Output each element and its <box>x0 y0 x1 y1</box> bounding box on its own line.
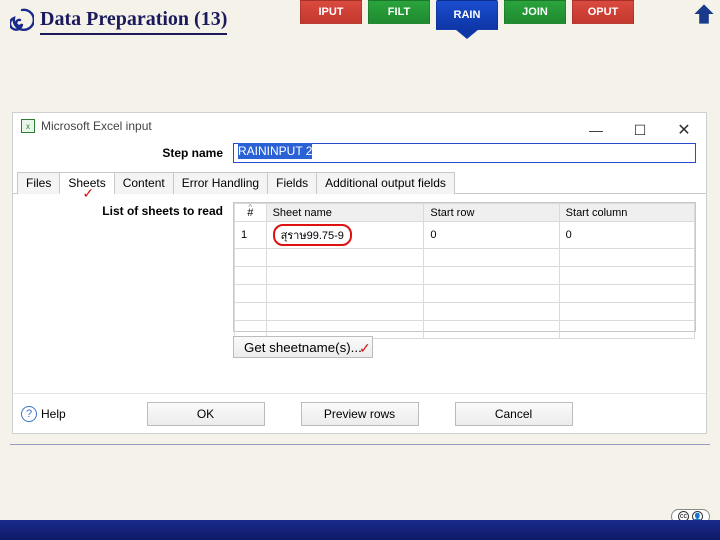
ok-button[interactable]: OK <box>147 402 265 426</box>
window-minimize-button[interactable]: — <box>574 117 618 143</box>
footer-divider <box>10 444 710 445</box>
sheets-grid[interactable]: # Sheet name Start row Start column 1 สุ… <box>233 202 696 332</box>
cancel-button[interactable]: Cancel <box>455 402 573 426</box>
table-row[interactable] <box>235 267 695 285</box>
stepname-input[interactable]: RAININPUT 2 <box>233 143 696 163</box>
sheets-list-label: List of sheets to read <box>23 202 233 332</box>
window-close-button[interactable]: ✕ <box>662 117 706 143</box>
checkmark-icon: ✓ <box>359 340 371 357</box>
cell-startcol[interactable]: 0 <box>559 222 694 249</box>
spiral-icon <box>10 8 34 35</box>
table-row[interactable] <box>235 285 695 303</box>
tab-content[interactable]: Content <box>114 172 174 194</box>
pipeline-nav: IPUT FILT RAIN JOIN OPUT <box>300 0 634 30</box>
dialog-title: Microsoft Excel input <box>41 119 152 133</box>
table-row[interactable] <box>235 249 695 267</box>
tab-sheets[interactable]: Sheets ✓ <box>59 172 114 194</box>
cell-sheetname[interactable]: สุราษ99.75-9 <box>266 222 424 249</box>
tab-error-handling[interactable]: Error Handling <box>173 172 268 194</box>
cell-startrow[interactable]: 0 <box>424 222 559 249</box>
checkmark-icon: ✓ <box>82 185 94 202</box>
page-title: Data Preparation (13) <box>40 8 227 35</box>
highlighted-value: สุราษ99.75-9 <box>273 224 352 246</box>
preview-rows-button[interactable]: Preview rows <box>301 402 419 426</box>
tab-additional-output[interactable]: Additional output fields <box>316 172 455 194</box>
help-label: Help <box>41 407 66 421</box>
nav-tab-filt[interactable]: FILT <box>368 0 430 24</box>
nav-tab-join[interactable]: JOIN <box>504 0 566 24</box>
excel-icon: x <box>21 119 35 133</box>
table-row[interactable] <box>235 303 695 321</box>
help-button[interactable]: ? Help <box>21 406 66 422</box>
nav-tab-rain[interactable]: RAIN <box>436 0 498 30</box>
col-index[interactable]: # <box>235 204 267 222</box>
stepname-value: RAININPUT 2 <box>238 143 312 159</box>
dialog-tabs: Files Sheets ✓ Content Error Handling Fi… <box>13 171 706 194</box>
table-row[interactable]: 1 สุราษ99.75-9 0 0 <box>235 222 695 249</box>
window-maximize-button[interactable]: ☐ <box>618 117 662 143</box>
help-icon: ? <box>21 406 37 422</box>
tab-files[interactable]: Files <box>17 172 60 194</box>
nav-tab-iput[interactable]: IPUT <box>300 0 362 24</box>
tab-fields[interactable]: Fields <box>267 172 317 194</box>
nav-tab-oput[interactable]: OPUT <box>572 0 634 24</box>
stepname-label: Step name <box>23 146 233 160</box>
col-startrow[interactable]: Start row <box>424 204 559 222</box>
footer-bar <box>0 520 720 540</box>
get-sheetnames-button[interactable]: Get sheetname(s)... <box>233 336 373 358</box>
col-startcol[interactable]: Start column <box>559 204 694 222</box>
scroll-top-icon[interactable] <box>692 2 716 26</box>
col-sheetname[interactable]: Sheet name <box>266 204 424 222</box>
cell-index: 1 <box>235 222 267 249</box>
excel-input-dialog: x Microsoft Excel input — ☐ ✕ Step name … <box>12 112 707 434</box>
